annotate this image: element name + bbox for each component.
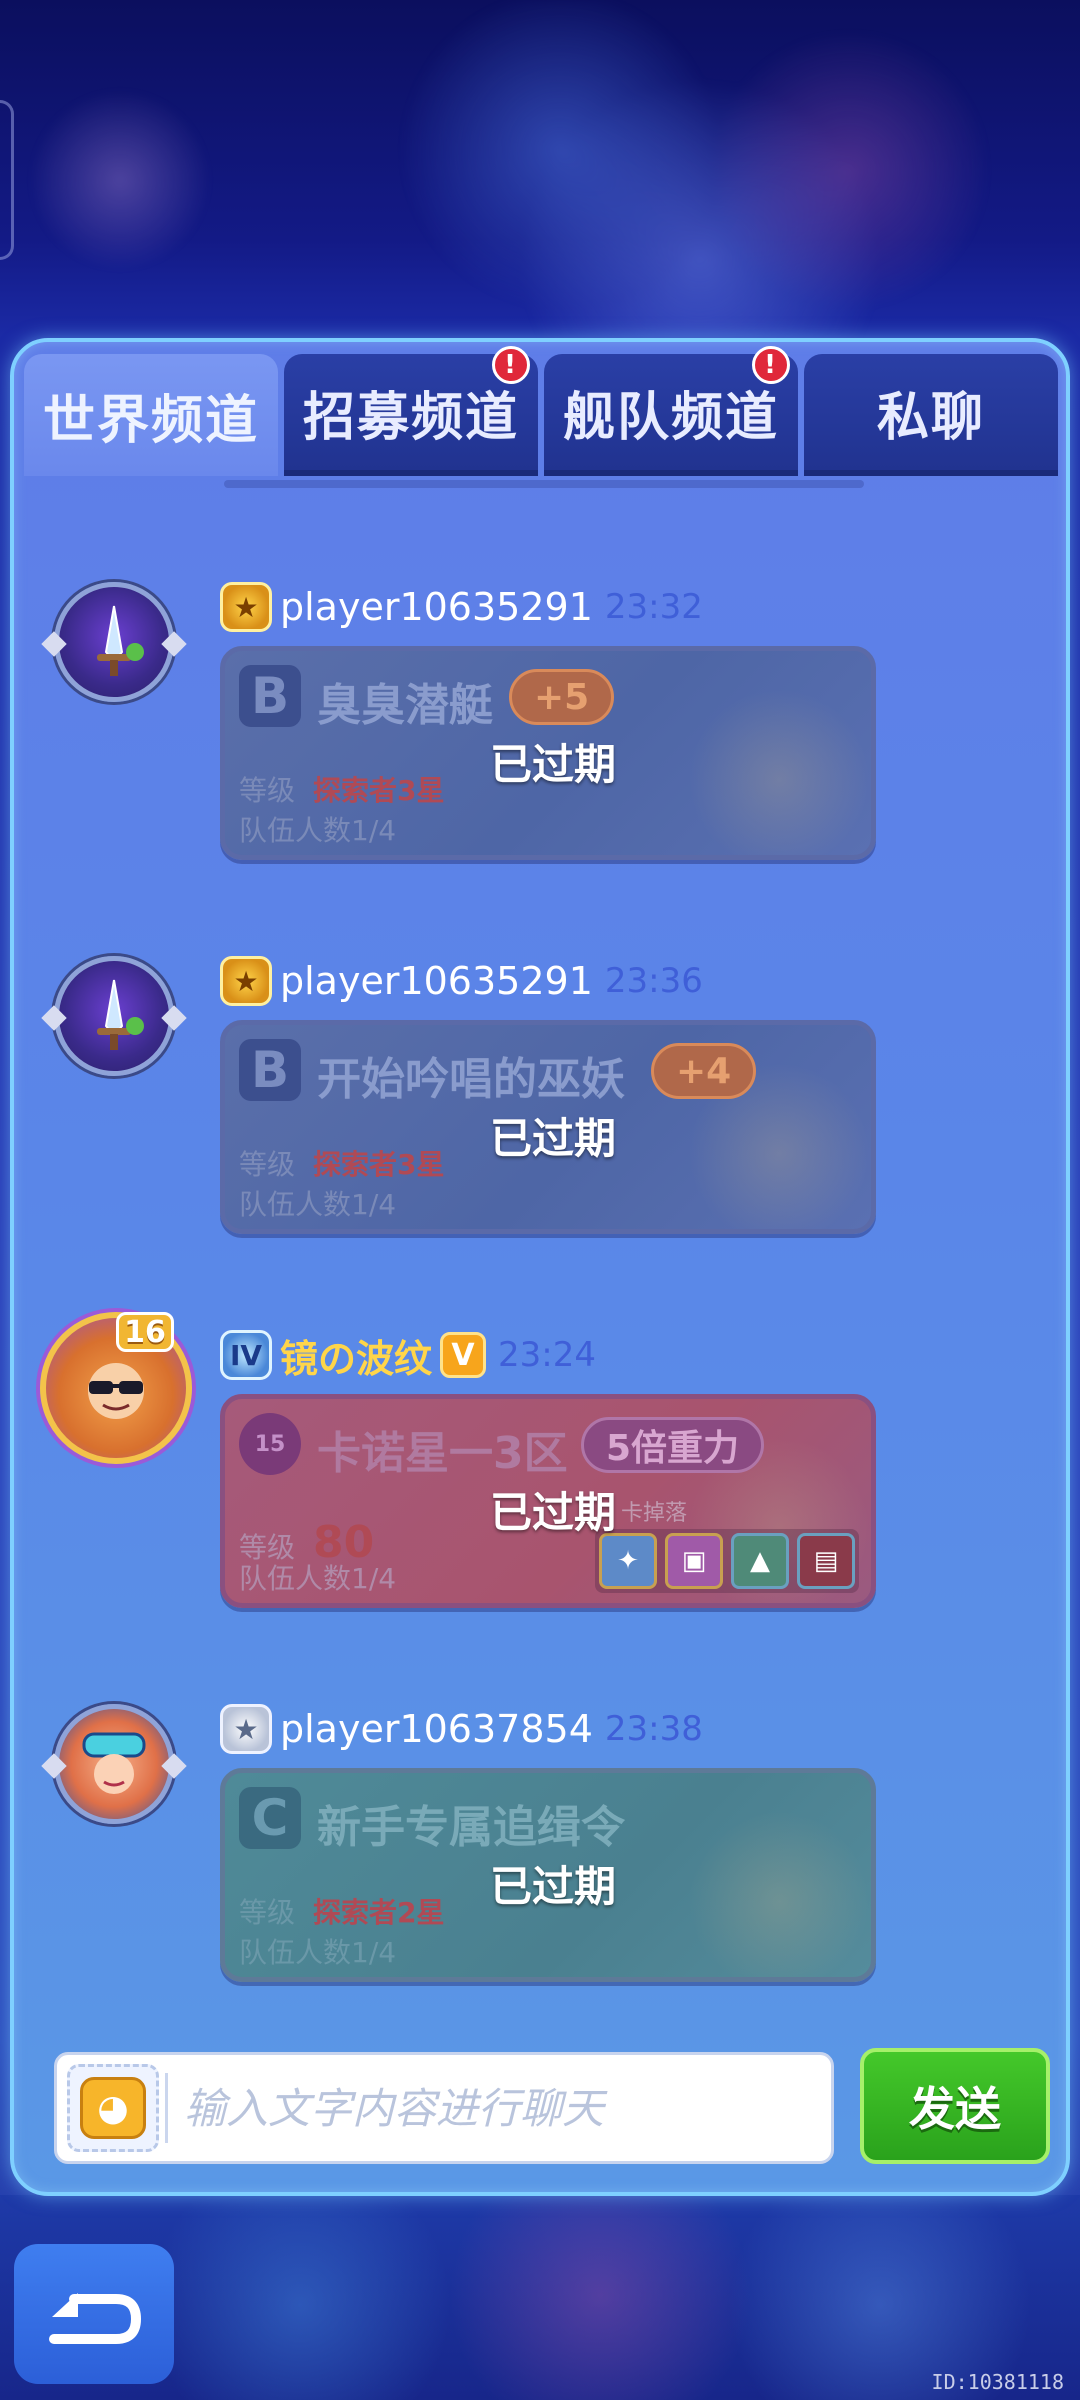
- message-header: ★ player10635291 23:32: [220, 582, 703, 632]
- back-arrow-icon: [49, 2293, 141, 2344]
- player-name[interactable]: player10637854: [280, 1707, 593, 1751]
- alert-icon: !: [492, 346, 530, 384]
- message-time: 23:38: [604, 1709, 703, 1749]
- bonus-badge: +5: [509, 669, 615, 725]
- planet-level-badge: 15: [239, 1413, 301, 1475]
- team-invite-card[interactable]: 15 卡诺星一3区 5倍重力 等级 80 卡掉落 ✦ ▣ ▲ ▤ 队伍人数1/4…: [220, 1394, 876, 1608]
- card-title: 卡诺星一3区: [317, 1428, 568, 1479]
- vip-badge-icon: V: [440, 1332, 487, 1378]
- expired-label: 已过期: [489, 740, 616, 789]
- card-title: 新手专属追缉令: [317, 1802, 625, 1853]
- sword-icon: [97, 979, 144, 1050]
- message-header: ★ player10635291 23:36: [220, 956, 703, 1006]
- player-name[interactable]: player10635291: [280, 585, 593, 629]
- drop-item-icon: ▲: [731, 1533, 789, 1589]
- message-header: ★ player10637854 23:38: [220, 1704, 703, 1754]
- expired-label: 已过期: [489, 1114, 616, 1163]
- build-id: ID:10381118: [931, 2370, 1064, 2394]
- chat-panel: 世界频道 招募频道 ! 舰队频道 ! 私聊 ★ player10635291 2…: [10, 338, 1070, 2196]
- expired-label: 已过期: [489, 1488, 616, 1537]
- chat-message: ★ player10635291 23:36 B 开始吟唱的巫妖 +4 等级 探…: [14, 938, 1066, 1268]
- emoji-button[interactable]: ◕: [67, 2064, 159, 2152]
- gold-rank-icon: ★: [220, 582, 272, 632]
- message-header: IV 镜の波纹 V 23:24: [220, 1328, 596, 1383]
- bonus-badge: +4: [651, 1043, 757, 1099]
- emoji-icon: ◕: [80, 2077, 146, 2139]
- team-count: 队伍人数1/4: [239, 1936, 397, 1969]
- sword-icon: [97, 605, 144, 676]
- chat-message: ★ player10635291 23:32 B 臭臭潜艇 +5 等级 探索者3…: [14, 564, 1066, 894]
- drop-item-icon: ▤: [797, 1533, 855, 1589]
- blue-rank-icon: IV: [220, 1330, 272, 1380]
- tab-label: 舰队频道: [562, 387, 779, 448]
- message-time: 23:24: [498, 1335, 596, 1375]
- card-title: 臭臭潜艇: [317, 680, 493, 731]
- sunglasses-avatar-icon[interactable]: 16: [40, 1312, 192, 1464]
- face-icon: [88, 1363, 144, 1419]
- chat-input[interactable]: [184, 2063, 831, 2153]
- team-invite-card[interactable]: B 臭臭潜艇 +5 等级 探索者3星 队伍人数1/4 已过期: [220, 646, 876, 860]
- goggles-girl-avatar-icon[interactable]: [41, 1704, 187, 1824]
- card-title: 开始吟唱的巫妖: [317, 1054, 625, 1105]
- player-name[interactable]: player10635291: [280, 959, 593, 1003]
- face-icon: [82, 1732, 146, 1794]
- tab-label: 世界频道: [42, 390, 259, 451]
- tab-recruit-channel[interactable]: 招募频道 !: [284, 346, 538, 476]
- grade-badge: C: [239, 1787, 301, 1849]
- background-frame: [0, 100, 14, 260]
- tab-fleet-channel[interactable]: 舰队频道 !: [544, 346, 798, 476]
- channel-tabs: 世界频道 招募频道 ! 舰队频道 ! 私聊: [24, 346, 1058, 476]
- chat-message: 16 IV 镜の波纹 V 23:24 15 卡诺星一3区 5倍重力 等级 80 …: [14, 1312, 1066, 1642]
- player-name[interactable]: 镜の波纹: [280, 1328, 432, 1383]
- grade-badge: B: [239, 1039, 301, 1101]
- gravity-badge: 5倍重力: [581, 1417, 765, 1473]
- back-button[interactable]: [14, 2244, 174, 2384]
- gold-rank-icon: ★: [220, 956, 272, 1006]
- grade-badge: B: [239, 665, 301, 727]
- tab-world-channel[interactable]: 世界频道: [24, 354, 278, 476]
- team-invite-card[interactable]: B 开始吟唱的巫妖 +4 等级 探索者3星 队伍人数1/4 已过期: [220, 1020, 876, 1234]
- background-top: [0, 0, 1080, 340]
- player-level-badge: 16: [116, 1312, 174, 1352]
- team-count: 队伍人数1/4: [239, 1562, 397, 1595]
- team-invite-card[interactable]: C 新手专属追缉令 等级 探索者2星 队伍人数1/4 已过期: [220, 1768, 876, 1982]
- message-time: 23:36: [604, 961, 703, 1001]
- expired-label: 已过期: [489, 1862, 616, 1911]
- team-count: 队伍人数1/4: [239, 1188, 397, 1221]
- list-divider: [224, 480, 864, 488]
- chat-input-bar: ◕: [54, 2052, 834, 2164]
- drop-item-icon: ✦: [599, 1533, 657, 1589]
- tab-label: 私聊: [876, 387, 985, 448]
- tab-private-chat[interactable]: 私聊: [804, 354, 1058, 476]
- silver-rank-icon: ★: [220, 1704, 272, 1754]
- chat-message: ★ player10637854 23:38 C 新手专属追缉令 等级 探索者2…: [14, 1686, 1066, 2016]
- team-count: 队伍人数1/4: [239, 814, 397, 847]
- sword-avatar-icon[interactable]: [41, 956, 187, 1076]
- input-separator: [165, 2073, 168, 2143]
- tab-label: 招募频道: [302, 387, 519, 448]
- send-button[interactable]: 发送: [860, 2048, 1050, 2164]
- drop-item-icon: ▣: [665, 1533, 723, 1589]
- message-time: 23:32: [604, 587, 703, 627]
- alert-icon: !: [752, 346, 790, 384]
- sword-avatar-icon[interactable]: [41, 582, 187, 702]
